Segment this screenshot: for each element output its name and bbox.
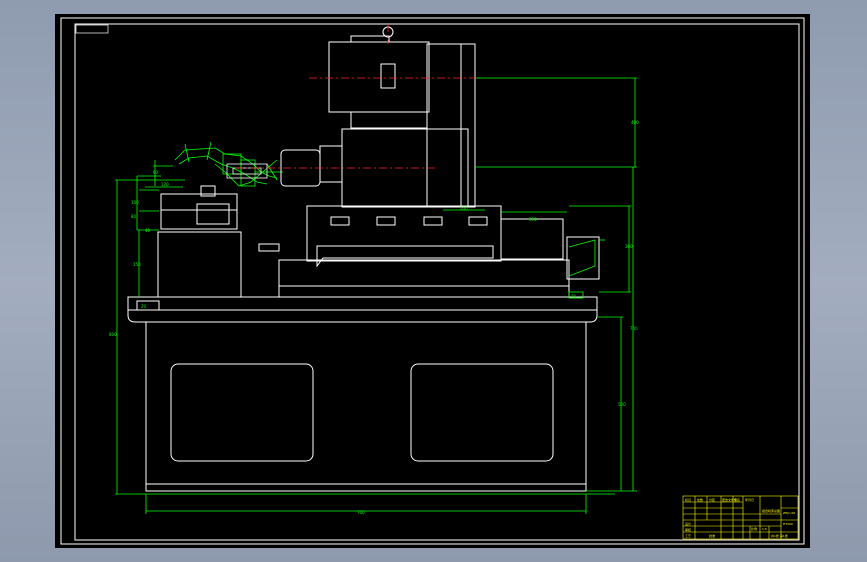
tb-header-2: 分区 (709, 497, 715, 502)
tb-row-3: 批准 (709, 533, 715, 538)
sheet-inner-frame (74, 23, 800, 541)
dim-column-height: 400 (631, 120, 639, 125)
dim-fixture-d: 60 (153, 170, 159, 175)
bed-footer (145, 483, 587, 492)
bed-body (145, 321, 587, 485)
head-body (341, 128, 469, 208)
dim-cabinet-height: 500 (618, 402, 626, 407)
slide-rail (316, 245, 494, 268)
tb-header-1: 处数 (697, 497, 703, 502)
sheet-outer-frame (60, 17, 805, 545)
tb-header-0: 标记 (685, 497, 691, 502)
tb-row-1: 审核 (685, 527, 691, 532)
motor (328, 41, 430, 113)
dimension-lines (115, 77, 637, 514)
bed-window-right (410, 363, 554, 462)
cad-viewport[interactable]: 700 800 400 300 700 500 350 200 100 150 … (55, 14, 810, 548)
fixture-base (157, 231, 242, 298)
tb-drawing-no: ZHJC-00 (783, 511, 795, 515)
tb-scale: 1:5 (762, 527, 767, 531)
slide-upper (500, 218, 564, 260)
dim-fixture-e: 80 (131, 214, 137, 219)
tb-sheet: 共1张 第1张 (771, 533, 788, 538)
dim-slide-length: 350 (529, 217, 537, 222)
slide-body (306, 205, 502, 262)
dimension-labels: 700 800 400 300 700 500 350 200 100 150 … (109, 120, 639, 515)
motor-flange (350, 111, 428, 129)
sliding-table (258, 205, 600, 298)
dim-fixture-b: 150 (133, 262, 141, 267)
title-block (682, 495, 799, 540)
tb-row-2: 工艺 (685, 533, 691, 538)
tb-header-4: 签名 (734, 497, 740, 502)
tb-header-5: 年月日 (745, 497, 754, 502)
dim-right-b: 70 (571, 294, 577, 299)
dim-fixture-a: 100 (131, 200, 139, 205)
tb-scale-label: 比例 (751, 526, 757, 531)
centerlines (235, 24, 475, 169)
lead-screw-stub (258, 243, 280, 252)
power-head (280, 26, 476, 208)
slot-1 (330, 216, 350, 226)
slot-3 (423, 216, 443, 226)
tb-material: HT200 (783, 522, 793, 526)
slot-4 (468, 216, 488, 226)
machine-bed (127, 296, 598, 492)
sheet-corner-tag (75, 24, 109, 34)
tb-row-0: 设计 (685, 521, 691, 526)
dim-left-height: 800 (109, 332, 117, 337)
slide-base (278, 259, 570, 298)
slot-2 (376, 216, 396, 226)
motor-window (380, 63, 396, 89)
dim-overall-width: 700 (357, 510, 365, 515)
fixture-spindle (226, 163, 268, 179)
dim-table-travel: 200 (460, 206, 468, 211)
workpiece-fixture (136, 185, 242, 311)
fixture-block (196, 203, 230, 225)
motor-cap (350, 35, 390, 43)
dim-fixture-c: 120 (161, 182, 169, 187)
dim-small-a: 20 (141, 304, 147, 309)
tb-drawing-name: 组合机床总图 (762, 508, 780, 513)
head-spindle-box (319, 145, 343, 183)
machine-tool-assembly-drawing: 700 800 400 300 700 500 350 200 100 150 … (60, 17, 805, 545)
dim-fixture-f: 40 (145, 228, 151, 233)
bed-window-left (170, 363, 314, 462)
dim-right-a: 300 (625, 244, 633, 249)
dim-base-height: 700 (630, 326, 638, 331)
